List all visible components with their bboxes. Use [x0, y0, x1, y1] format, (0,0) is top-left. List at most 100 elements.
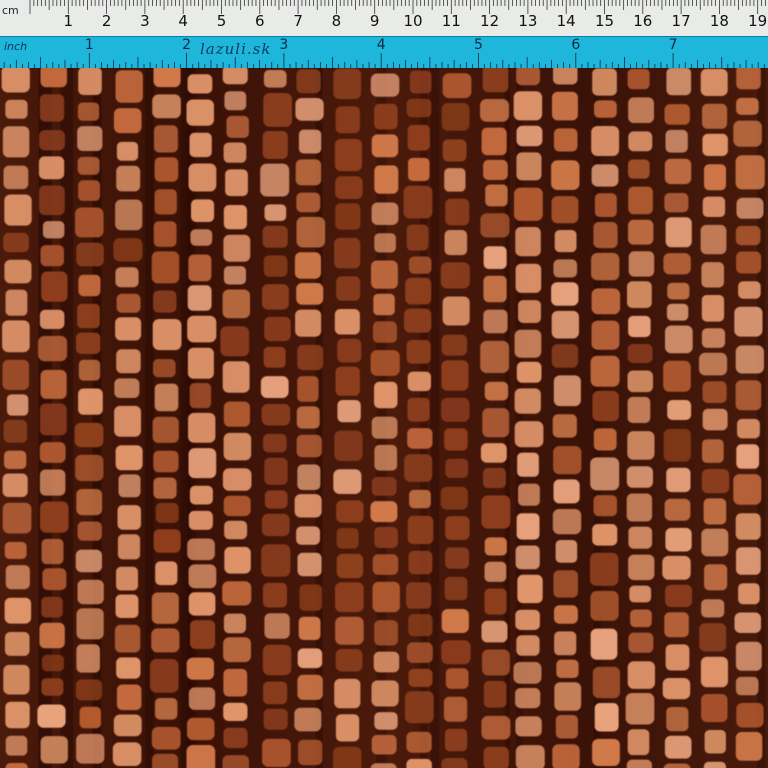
dye-square [264, 613, 290, 639]
cm-tick-label: 14 [556, 12, 576, 30]
dye-square [41, 271, 68, 302]
dye-square [515, 688, 541, 709]
dye-square [554, 605, 578, 624]
dye-square [555, 715, 578, 739]
dye-square [441, 640, 471, 665]
dye-square [592, 666, 620, 699]
dye-square [5, 289, 28, 316]
dye-square [556, 659, 579, 678]
dye-square [664, 735, 692, 759]
dye-square [222, 68, 248, 85]
dye-square [114, 624, 141, 653]
dye-square [113, 714, 142, 737]
dye-square [260, 376, 289, 398]
dye-square [335, 616, 364, 645]
dye-square [665, 129, 688, 153]
dye-square [701, 469, 730, 494]
dye-square [118, 474, 141, 498]
dye-square [187, 717, 215, 741]
dye-square [406, 758, 432, 768]
cm-unit-label: cm [2, 4, 19, 17]
dye-square [482, 649, 510, 676]
dye-square [297, 552, 322, 577]
dye-square [151, 592, 179, 624]
dye-square [483, 467, 506, 489]
dye-square [222, 581, 252, 606]
dye-square [38, 156, 65, 180]
dye-square [39, 469, 66, 496]
dye-square [513, 662, 542, 684]
dye-square [371, 202, 399, 225]
dye-square [590, 628, 618, 660]
dye-square [298, 129, 322, 154]
dye-square [2, 126, 30, 158]
dye-square [294, 494, 322, 518]
dye-square [223, 205, 247, 230]
dye-square [373, 651, 400, 673]
dye-square [738, 583, 760, 605]
dye-square [666, 303, 689, 321]
dye-square [590, 457, 620, 491]
dye-square [39, 403, 67, 436]
dye-square [189, 383, 212, 409]
dye-square [76, 644, 100, 673]
dye-square [485, 184, 508, 207]
dye-square [445, 668, 469, 689]
dye-square [371, 134, 399, 158]
dye-square [553, 128, 578, 152]
dye-square [39, 442, 66, 463]
dye-square [483, 309, 508, 334]
dye-square [704, 164, 726, 191]
dye-square [188, 254, 212, 282]
dye-square [336, 553, 364, 579]
dye-square [515, 545, 540, 570]
dye-square [628, 526, 653, 549]
dye-square [734, 612, 761, 633]
dye-square [736, 251, 762, 274]
dye-square [116, 165, 141, 192]
dye-square [334, 138, 362, 172]
dye-square [297, 376, 319, 402]
dye-square [77, 126, 103, 151]
dye-square [408, 256, 432, 274]
dye-square [553, 68, 578, 85]
dye-square [335, 582, 364, 613]
dye-square [112, 742, 142, 766]
brand-label: lazuli.sk [200, 40, 272, 58]
dye-square [223, 613, 246, 634]
dye-square [153, 450, 179, 473]
dye-square [77, 579, 104, 605]
dye-square [39, 622, 65, 649]
dye-square [223, 727, 248, 749]
dye-square [374, 233, 396, 253]
dye-square [591, 252, 620, 281]
cm-tick-label: 8 [331, 12, 342, 30]
cm-tick-label: 10 [403, 12, 423, 30]
dye-square [152, 319, 182, 351]
dye-square [665, 217, 692, 248]
dye-square [516, 361, 542, 383]
dye-square [553, 259, 578, 278]
dye-square [552, 744, 580, 768]
dye-square [333, 469, 362, 494]
dye-square [5, 701, 30, 729]
dye-square [407, 397, 430, 422]
cm-tick-label: 1 [63, 12, 74, 30]
inch-tick-label: 6 [571, 37, 581, 53]
dye-square [374, 381, 398, 409]
dye-square [296, 434, 322, 458]
dye-square [335, 366, 360, 396]
dye-square [153, 529, 181, 553]
cm-tick-label: 18 [709, 12, 729, 30]
dye-square [482, 68, 509, 93]
dye-square [553, 375, 581, 407]
cm-tick-label: 11 [441, 12, 461, 30]
dye-square [736, 68, 761, 90]
dye-square [151, 726, 181, 750]
dye-square [665, 527, 692, 552]
dye-square [41, 538, 64, 565]
dye-square [77, 102, 100, 121]
dye-square [663, 360, 691, 392]
dye-square [263, 93, 292, 127]
dye-square [627, 729, 650, 756]
